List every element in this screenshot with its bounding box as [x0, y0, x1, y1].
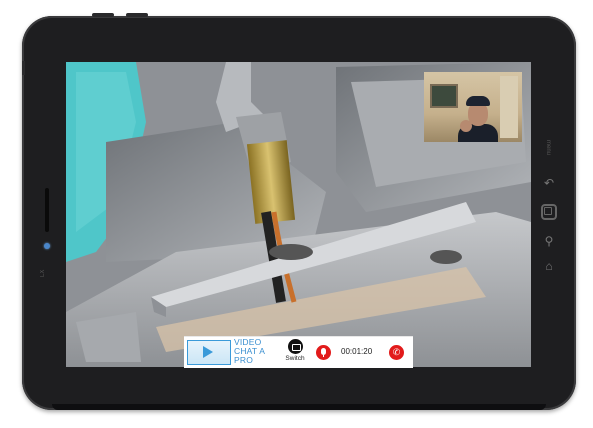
switch-camera-button[interactable]: Switch	[281, 339, 309, 367]
side-button	[22, 61, 25, 75]
camera-switch-icon	[287, 339, 303, 354]
call-timer: 00:01:20	[341, 347, 373, 356]
play-icon	[203, 346, 213, 358]
tablet-bottom-edge	[52, 404, 546, 410]
power-button	[126, 13, 148, 17]
self-view-video[interactable]	[424, 72, 522, 142]
back-icon[interactable]: ↶	[541, 175, 557, 191]
brand-mark: LX	[40, 269, 46, 277]
pip-person-hand	[460, 120, 472, 132]
search-icon[interactable]: ⚲	[541, 233, 557, 249]
pip-wall-picture	[430, 84, 458, 108]
app-logo-text: VIDEO CHAT A PRO	[234, 338, 272, 365]
volume-button	[92, 13, 114, 17]
speaker-grille	[45, 188, 49, 232]
end-call-button[interactable]: ✆	[389, 345, 404, 360]
call-control-bar: VIDEO CHAT A PRO Switch 00:01:20 ✆	[184, 336, 413, 368]
pip-person	[456, 94, 498, 142]
phone-icon: ✆	[392, 347, 401, 357]
app-logo-icon	[187, 340, 231, 365]
pip-person-cap	[466, 96, 490, 106]
home-icon[interactable]: ⌂	[541, 258, 557, 274]
pip-door	[500, 76, 518, 138]
menu-label: menu	[545, 140, 551, 156]
switch-label: Switch	[285, 355, 305, 362]
logo-line-3: PRO	[234, 355, 254, 365]
microphone-button[interactable]	[316, 345, 331, 360]
home-button-icon[interactable]	[541, 204, 557, 220]
front-camera-icon	[44, 243, 50, 249]
